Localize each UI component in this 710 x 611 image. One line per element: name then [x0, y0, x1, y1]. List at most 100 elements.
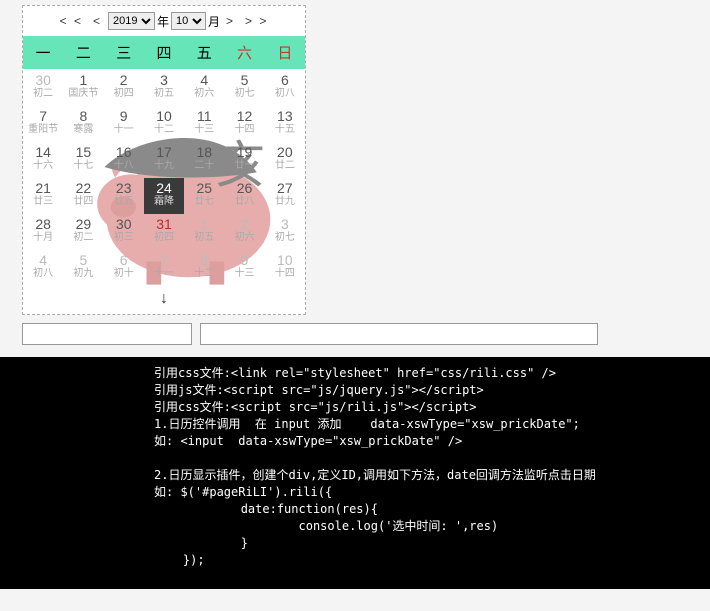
- lunar-label: 廿九: [265, 196, 305, 208]
- date-number: 28: [23, 216, 63, 232]
- date-cell[interactable]: 29初二: [63, 214, 103, 250]
- next-year-button[interactable]: > >: [241, 14, 272, 28]
- lunar-label: 寒露: [63, 124, 103, 136]
- lunar-label: 十一: [144, 268, 184, 280]
- date-cell[interactable]: 17十九: [144, 142, 184, 178]
- date-number: 21: [23, 180, 63, 196]
- date-cell[interactable]: 13十五: [265, 106, 305, 142]
- lunar-label: 十九: [144, 160, 184, 172]
- date-number: 4: [23, 252, 63, 268]
- lunar-label: 初十: [104, 268, 144, 280]
- date-cell[interactable]: 8寒露: [63, 106, 103, 142]
- date-number: 14: [23, 144, 63, 160]
- date-cell[interactable]: 3初五: [144, 70, 184, 106]
- date-number: 29: [63, 216, 103, 232]
- date-number: 1: [63, 72, 103, 88]
- date-number: 15: [63, 144, 103, 160]
- date-cell[interactable]: 7重阳节: [23, 106, 63, 142]
- lunar-label: 初七: [224, 88, 264, 100]
- lunar-label: 初八: [265, 88, 305, 100]
- date-cell[interactable]: 2初六: [224, 214, 264, 250]
- date-cell[interactable]: 12十四: [224, 106, 264, 142]
- date-cell[interactable]: 22廿四: [63, 178, 103, 214]
- month-select[interactable]: 10: [171, 12, 206, 30]
- date-cell[interactable]: 9十三: [224, 250, 264, 286]
- date-cell[interactable]: 30初三: [104, 214, 144, 250]
- date-cell[interactable]: 25廿七: [184, 178, 224, 214]
- date-number: 6: [104, 252, 144, 268]
- lunar-label: 廿一: [224, 160, 264, 172]
- date-cell[interactable]: 1初五: [184, 214, 224, 250]
- date-cell[interactable]: 28十月: [23, 214, 63, 250]
- date-number: 20: [265, 144, 305, 160]
- date-number: 10: [144, 108, 184, 124]
- lunar-label: 十七: [63, 160, 103, 172]
- date-cell[interactable]: 3初七: [265, 214, 305, 250]
- date-number: 18: [184, 144, 224, 160]
- year-select[interactable]: 2019: [108, 12, 155, 30]
- date-cell[interactable]: 30初二: [23, 70, 63, 106]
- date-number: 25: [184, 180, 224, 196]
- weekday-header-cell: 六: [224, 36, 264, 70]
- date-cell[interactable]: 18二十: [184, 142, 224, 178]
- next-month-button[interactable]: >: [222, 14, 239, 28]
- lunar-label: 初六: [184, 88, 224, 100]
- date-cell[interactable]: 24霜降: [144, 178, 184, 214]
- lunar-label: 初八: [23, 268, 63, 280]
- lunar-label: 十六: [23, 160, 63, 172]
- weekday-header-cell: 三: [104, 36, 144, 70]
- lunar-label: 十三: [184, 124, 224, 136]
- date-cell[interactable]: 6初八: [265, 70, 305, 106]
- date-cell[interactable]: 15十七: [63, 142, 103, 178]
- date-cell[interactable]: 27廿九: [265, 178, 305, 214]
- lunar-label: 初四: [104, 88, 144, 100]
- date-number: 3: [144, 72, 184, 88]
- date-cell[interactable]: 16十八: [104, 142, 144, 178]
- date-cell[interactable]: 14十六: [23, 142, 63, 178]
- weekday-header-cell: 一: [23, 36, 63, 70]
- calendar-nav: < < < 2019 年 10 月 > > >: [23, 10, 305, 36]
- date-cell[interactable]: 19廿一: [224, 142, 264, 178]
- date-cell[interactable]: 6初十: [104, 250, 144, 286]
- date-number: 6: [265, 72, 305, 88]
- date-number: 27: [265, 180, 305, 196]
- date-number: 31: [144, 216, 184, 232]
- date-number: 4: [184, 72, 224, 88]
- prev-month-button[interactable]: <: [89, 14, 106, 28]
- date-cell[interactable]: 2初四: [104, 70, 144, 106]
- date-input-b[interactable]: [200, 323, 598, 345]
- date-cell[interactable]: 1国庆节: [63, 70, 103, 106]
- date-input-a[interactable]: [22, 323, 192, 345]
- year-suffix: 年: [157, 13, 169, 30]
- date-cell[interactable]: 5初七: [224, 70, 264, 106]
- weekday-header-cell: 五: [184, 36, 224, 70]
- date-cell[interactable]: 20廿二: [265, 142, 305, 178]
- date-cell[interactable]: 9十一: [104, 106, 144, 142]
- date-number: 9: [224, 252, 264, 268]
- lunar-label: 廿四: [63, 196, 103, 208]
- calendar-widget: 亥 < < < 2019 年 10 月 > > > 一二三四五六日 30初二1国…: [22, 5, 306, 315]
- prev-year-button[interactable]: < <: [56, 14, 87, 28]
- lunar-label: 初二: [63, 232, 103, 244]
- date-cell[interactable]: 8十二: [184, 250, 224, 286]
- date-cell[interactable]: 11十三: [184, 106, 224, 142]
- weekday-header-cell: 二: [63, 36, 103, 70]
- date-number: 30: [23, 72, 63, 88]
- date-cell[interactable]: 10十二: [144, 106, 184, 142]
- date-cell[interactable]: 5初九: [63, 250, 103, 286]
- date-cell[interactable]: 21廿三: [23, 178, 63, 214]
- weekday-header-cell: 四: [144, 36, 184, 70]
- date-cell[interactable]: 23廿五: [104, 178, 144, 214]
- date-cell[interactable]: 10十四: [265, 250, 305, 286]
- date-cell[interactable]: 4初八: [23, 250, 63, 286]
- date-cell[interactable]: 26廿八: [224, 178, 264, 214]
- input-row: [22, 323, 710, 345]
- date-cell[interactable]: 31初四: [144, 214, 184, 250]
- date-number: 30: [104, 216, 144, 232]
- date-number: 23: [104, 180, 144, 196]
- date-cell[interactable]: 4初六: [184, 70, 224, 106]
- date-cell[interactable]: 7十一: [144, 250, 184, 286]
- lunar-label: 廿二: [265, 160, 305, 172]
- date-number: 7: [144, 252, 184, 268]
- date-number: 8: [63, 108, 103, 124]
